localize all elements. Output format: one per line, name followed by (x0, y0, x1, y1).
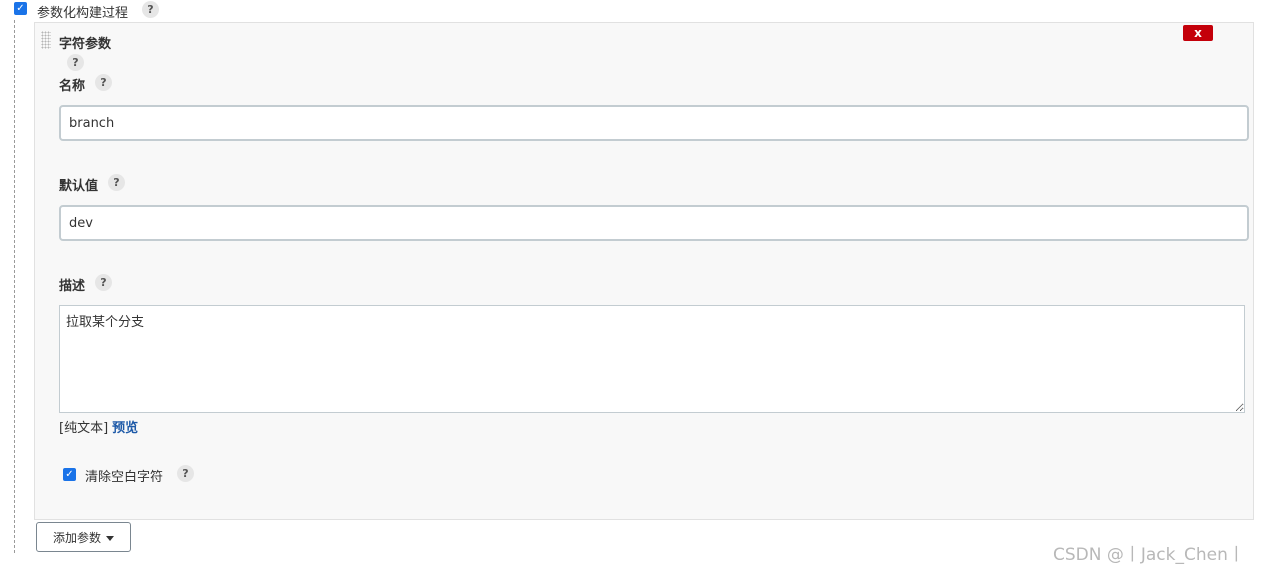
name-help-icon[interactable]: ? (95, 74, 112, 91)
default-value-input[interactable] (59, 205, 1249, 241)
delete-parameter-button[interactable]: x (1183, 25, 1213, 41)
description-format-row: [纯文本] 预览 (59, 417, 138, 436)
section-divider (14, 20, 15, 553)
watermark: CSDN @丨Jack_Chen丨 (1053, 545, 1245, 565)
description-textarea[interactable]: 拉取某个分支 (59, 305, 1245, 413)
string-parameter-panel: x 字符参数 ? 名称 ? 默认值 ? 描述 ? 拉取某个分支 [纯文本]预览 (34, 22, 1254, 520)
trim-whitespace-label: 清除空白字符 (85, 470, 164, 485)
plain-text-label: [纯文本] (59, 421, 109, 436)
add-parameter-label: 添加参数 (52, 531, 101, 545)
add-parameter-button[interactable]: 添加参数 (36, 522, 131, 552)
chevron-down-icon (106, 536, 114, 541)
description-label: 描述 (59, 279, 86, 294)
name-label: 名称 (59, 79, 86, 94)
trim-whitespace-checkbox[interactable]: ✓ (63, 468, 76, 481)
parameterized-build-help-icon[interactable]: ? (142, 1, 159, 18)
preview-link[interactable]: 预览 (112, 421, 138, 436)
name-input[interactable] (59, 105, 1249, 141)
drag-handle-icon[interactable] (41, 31, 51, 49)
parameterized-build-label: 参数化构建过程 (37, 6, 129, 21)
parameter-type-help-icon[interactable]: ? (67, 54, 84, 71)
parameterized-build-checkbox[interactable]: ✓ (14, 2, 27, 15)
default-value-label: 默认值 (59, 179, 99, 194)
default-value-help-icon[interactable]: ? (108, 174, 125, 191)
description-help-icon[interactable]: ? (95, 274, 112, 291)
parameter-type-title: 字符参数 (59, 37, 112, 52)
trim-whitespace-help-icon[interactable]: ? (177, 465, 194, 482)
